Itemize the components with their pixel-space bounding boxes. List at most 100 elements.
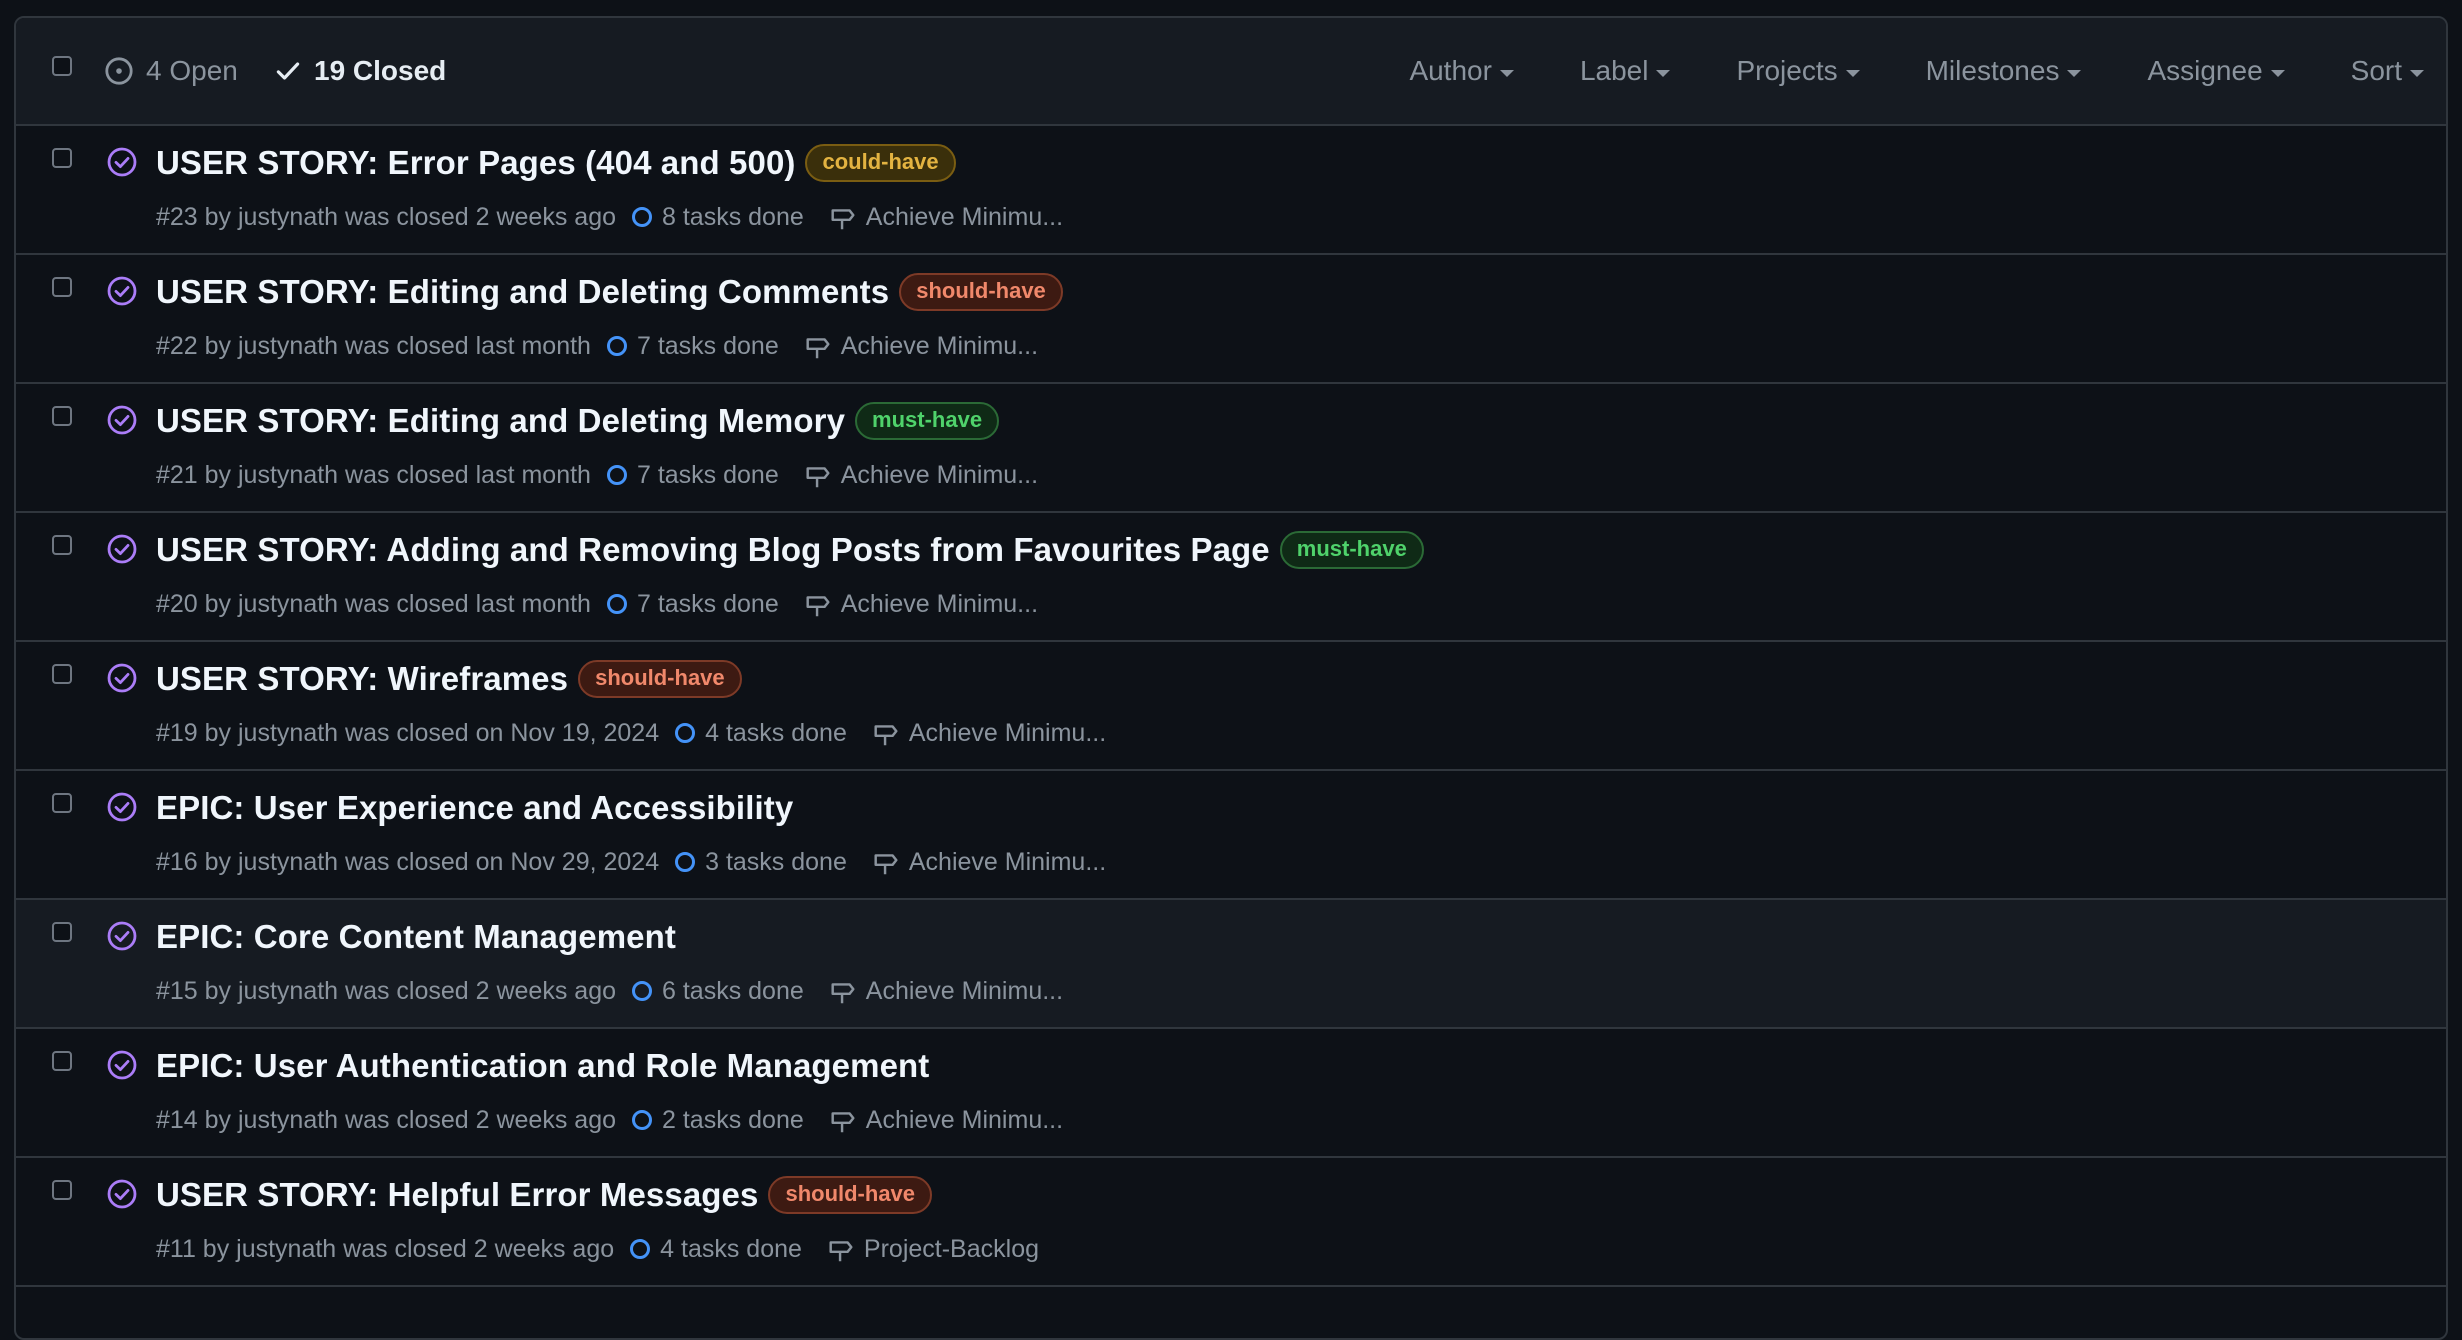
issue-checkbox[interactable] [52,1051,72,1071]
milestone-link[interactable]: Project-Backlog [826,1234,1039,1264]
milestone-label: Achieve Minimu... [865,976,1064,1005]
issue-open-icon [105,57,133,85]
issue-checkbox[interactable] [52,664,72,684]
milestone-icon [829,1241,853,1262]
issue-title-link[interactable]: USER STORY: Editing and Deleting Memory [156,402,845,440]
progress-ring-icon [606,336,627,356]
issue-label[interactable]: must-have [1279,531,1424,569]
milestone-label: Achieve Minimu... [908,718,1107,747]
issue-checkbox[interactable] [52,922,72,942]
task-progress: 6 tasks done [632,977,804,1006]
author-filter[interactable]: Author [1409,55,1514,87]
tasks-done-label: 6 tasks done [662,976,804,1005]
issue-label[interactable]: should-have [768,1176,933,1214]
issue-title-link[interactable]: EPIC: User Authentication and Role Manag… [156,1047,929,1085]
milestone-link[interactable]: Achieve Minimu... [828,1105,1063,1135]
caret-down-icon [1656,69,1671,77]
label-filter[interactable]: Label [1580,55,1671,87]
tasks-done-label: 7 tasks done [636,589,779,618]
issue-meta: #20 by justynath was closed last month [156,589,591,618]
milestone-icon [806,467,830,488]
task-progress: 3 tasks done [675,848,847,877]
assignee-filter[interactable]: Assignee [2147,55,2285,87]
milestone-icon [874,725,898,746]
issue-title-link[interactable]: USER STORY: Error Pages (404 and 500) [156,144,795,182]
issue-title-link[interactable]: USER STORY: Helpful Error Messages [156,1176,758,1214]
milestone-label: Project-Backlog [863,1234,1039,1263]
milestone-link[interactable]: Achieve Minimu... [871,847,1106,877]
progress-ring-icon [675,852,696,872]
progress-ring-icon [606,465,627,485]
issue-title-link[interactable]: EPIC: Core Content Management [156,918,676,956]
milestone-label: Achieve Minimu... [865,1105,1064,1134]
caret-down-icon [1499,69,1514,77]
milestone-icon [831,1112,855,1133]
projects-filter[interactable]: Projects [1736,55,1860,87]
issue-label[interactable]: could-have [805,144,956,182]
issue-row: USER STORY: Editing and Deleting Comment… [16,255,2446,384]
issue-label[interactable]: should-have [899,273,1063,311]
tasks-done-label: 8 tasks done [662,202,804,231]
task-progress: 7 tasks done [606,461,779,490]
issues-list: USER STORY: Error Pages (404 and 500) co… [16,126,2446,1287]
issue-checkbox[interactable] [52,1180,72,1200]
tasks-done-label: 4 tasks done [705,718,847,747]
milestone-icon [831,209,855,230]
task-progress: 7 tasks done [606,589,779,619]
issue-title-link[interactable]: USER STORY: Wireframes [156,660,568,698]
check-icon [276,62,300,80]
closed-issues-toggle[interactable]: 19 Closed [274,18,446,124]
tasks-done-label: 4 tasks done [660,1234,802,1263]
issue-title-link[interactable]: EPIC: User Experience and Accessibility [156,789,793,827]
issue-closed-icon [106,920,138,957]
issue-checkbox[interactable] [52,277,72,297]
progress-ring-icon [632,1110,652,1130]
milestone-label: Achieve Minimu... [840,331,1039,360]
issues-list-header: 4 Open 19 Closed Author Label Projects M… [16,18,2446,126]
issue-meta: #23 by justynath was closed 2 weeks ago [156,202,616,231]
milestone-link[interactable]: Achieve Minimu... [803,460,1038,490]
task-progress: 8 tasks done [632,203,804,232]
task-progress: 2 tasks done [632,1106,804,1135]
milestone-link[interactable]: Achieve Minimu... [828,202,1063,232]
issue-checkbox[interactable] [52,148,72,168]
milestone-link[interactable]: Achieve Minimu... [803,589,1038,619]
sort-filter[interactable]: Sort [2351,55,2424,87]
milestone-label: Achieve Minimu... [840,460,1039,489]
milestone-icon [806,338,830,359]
issue-label[interactable]: must-have [855,402,1000,440]
tasks-done-label: 7 tasks done [636,331,779,360]
tasks-done-label: 3 tasks done [705,847,847,876]
issue-row: USER STORY: Editing and Deleting Memory … [16,384,2446,513]
milestone-link[interactable]: Achieve Minimu... [803,331,1038,361]
issue-closed-icon [106,275,138,312]
milestone-label: Achieve Minimu... [840,589,1039,618]
issue-label[interactable]: should-have [578,660,742,698]
issue-checkbox[interactable] [52,535,72,555]
issue-closed-icon [106,1049,138,1086]
milestone-link[interactable]: Achieve Minimu... [828,976,1063,1006]
issue-meta: #16 by justynath was closed on Nov 29, 2… [156,847,660,876]
milestone-icon [874,854,898,875]
progress-ring-icon [632,207,652,227]
progress-ring-icon [606,594,627,614]
closed-count-label: 19 Closed [314,55,447,86]
open-count-label: 4 Open [146,55,238,86]
issue-row: EPIC: Core Content Management #15 by jus… [16,900,2446,1029]
issue-title-link[interactable]: USER STORY: Editing and Deleting Comment… [156,273,889,311]
issue-row: USER STORY: Wireframes should-have #19 b… [16,642,2446,771]
issue-row: EPIC: User Authentication and Role Manag… [16,1029,2446,1158]
issue-closed-icon [106,146,138,183]
milestone-icon [831,983,855,1004]
issue-checkbox[interactable] [52,406,72,426]
milestones-filter[interactable]: Milestones [1926,55,2082,87]
progress-ring-icon [632,981,652,1001]
milestone-link[interactable]: Achieve Minimu... [871,718,1106,748]
issue-row: USER STORY: Adding and Removing Blog Pos… [16,513,2446,642]
open-issues-toggle[interactable]: 4 Open [104,18,238,124]
issue-meta: #19 by justynath was closed on Nov 19, 2… [156,718,660,747]
issue-checkbox[interactable] [52,793,72,813]
issue-title-link[interactable]: USER STORY: Adding and Removing Blog Pos… [156,531,1270,569]
select-all-checkbox[interactable] [52,56,72,76]
progress-ring-icon [630,1239,651,1259]
